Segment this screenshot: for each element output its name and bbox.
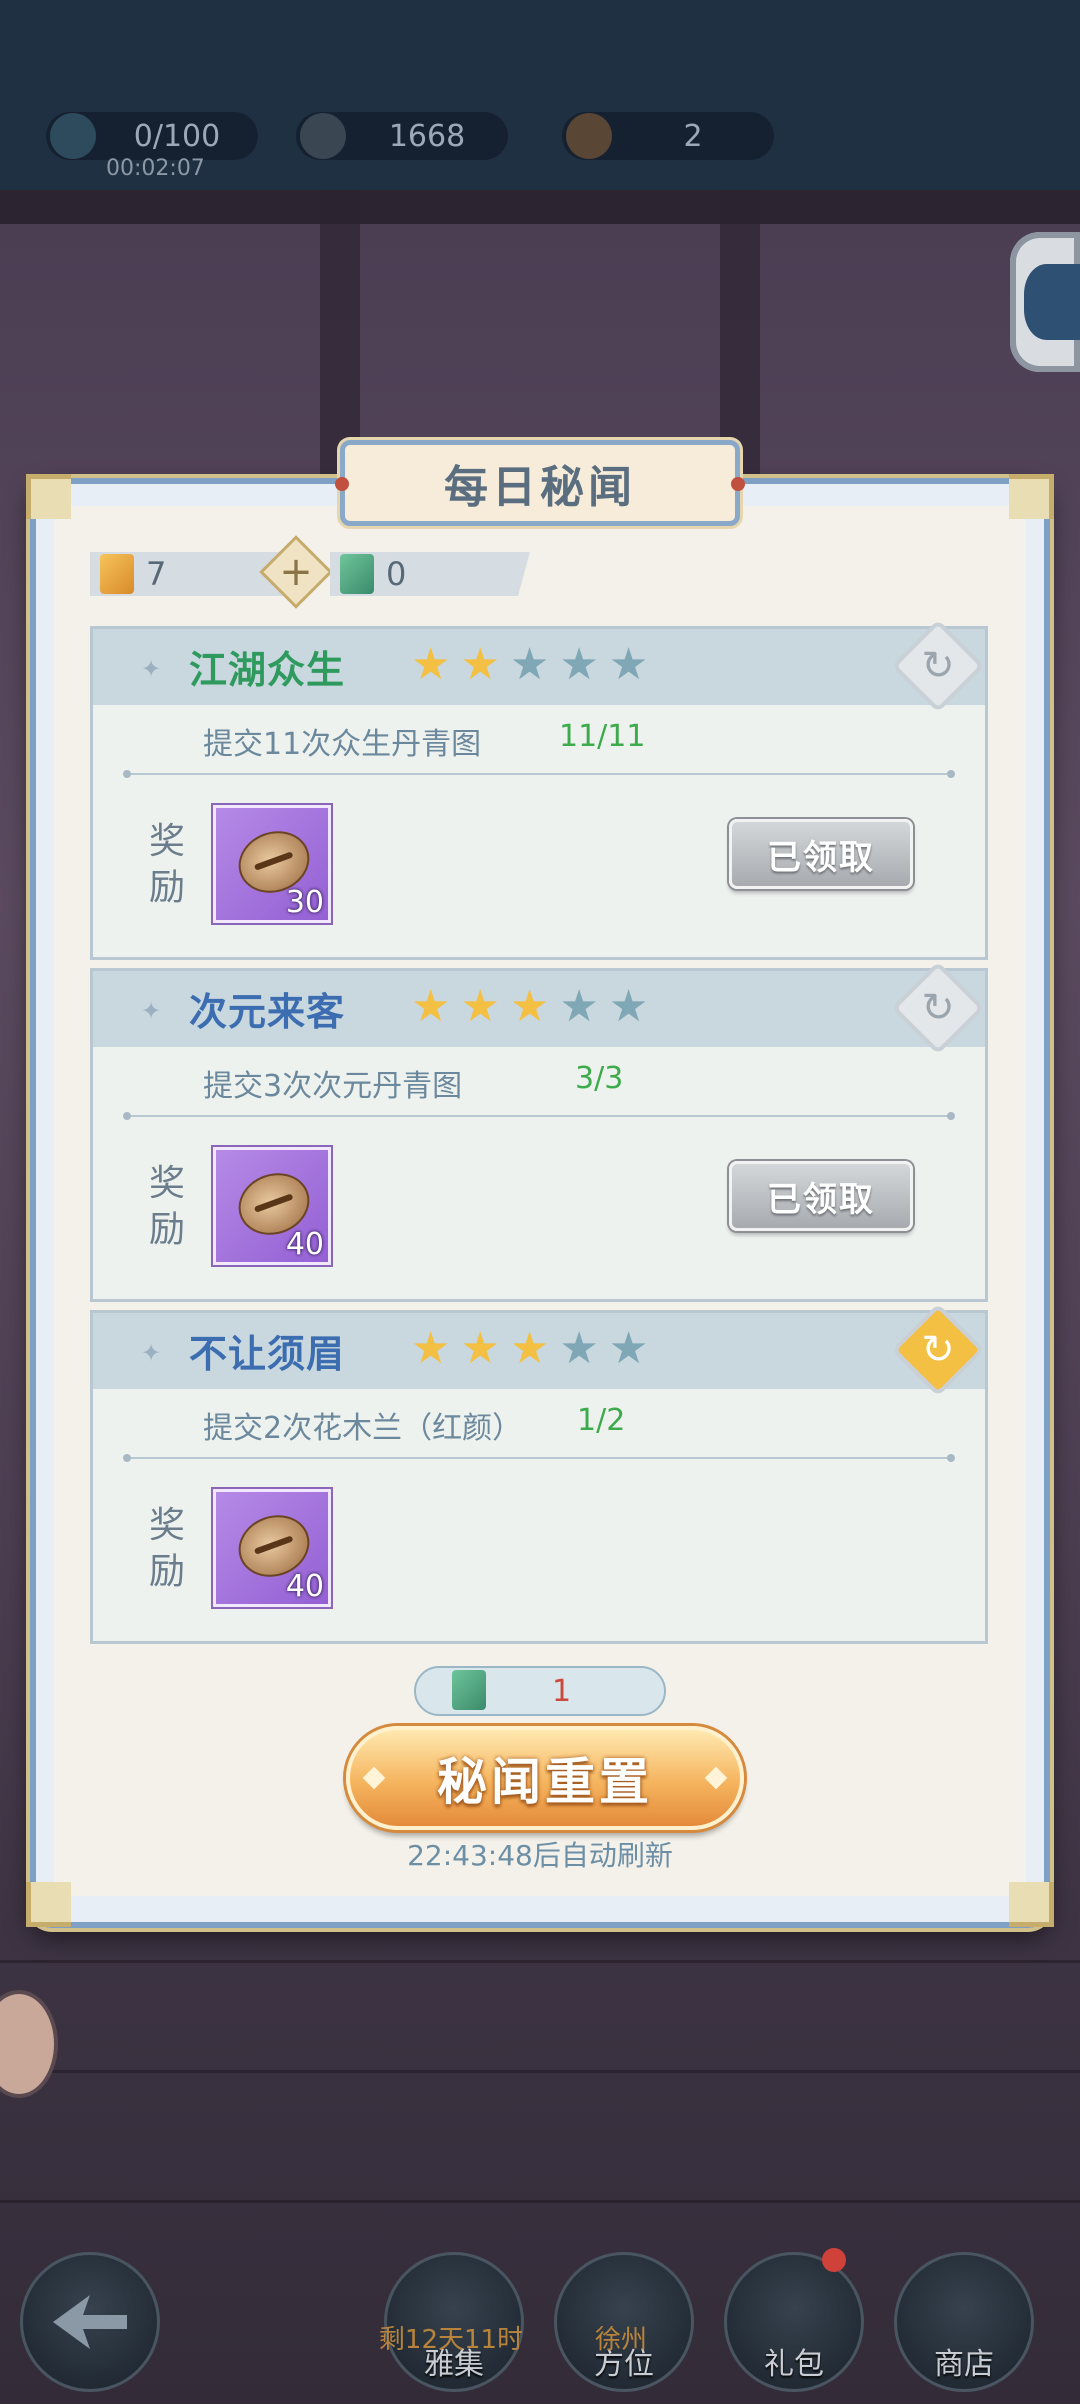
task-name: 江湖众生 [189,648,346,692]
task-progress: 11/11 [559,719,646,754]
divider [123,770,955,778]
nav-label: 商店 [934,2347,994,2382]
task-description: 提交2次花木兰（红颜） [203,1411,523,1446]
floor-line [0,2200,1080,2203]
star-empty-icon: ★ [509,639,550,690]
task-card: ✦ 次元来客 ★ ★ ★ ★ ★ ↻ 提交3次次元丹青图 3/3 奖励 40 已领取 [90,961,988,1302]
character-portrait-icon [1024,264,1080,340]
reward-count: 40 [285,1227,324,1262]
panel-corner-ornament [26,1882,71,1927]
task-description: 提交11次众生丹青图 [203,727,482,762]
task-description: 提交3次次元丹青图 [203,1069,463,1104]
floor-line [0,1960,1080,1963]
nav-gallery-countdown: 剩12天11时 [378,2325,524,2355]
task-card: ✦ 江湖众生 ★ ★ ★ ★ ★ ↻ 提交11次众生丹青图 11/11 奖励 30 已领取 [90,619,988,960]
back-arrow-icon [53,2295,127,2349]
resource-coin[interactable]: 1668 [296,112,508,160]
star-filled-icon: ★ [411,639,451,690]
nav-label: 礼包 [764,2347,824,2382]
reward-label: 奖励 [149,821,186,908]
claimed-button[interactable]: 已领取 [729,1161,913,1231]
resource-timer: 00:02:07 [106,156,205,181]
jade-ticket-icon [340,554,374,594]
star-filled-icon: ★ [509,1323,550,1374]
difficulty-stars: ★ ★ ★ ★ ★ [411,639,648,691]
spirit-icon [50,113,96,159]
sparkle-icon: ✦ [141,1339,162,1367]
task-name: 次元来客 [189,990,346,1034]
resource-value: 1668 [388,118,466,154]
reward-item[interactable]: 30 [213,805,331,923]
currency-scroll: 7 [90,552,290,596]
sparkle-icon: ✦ [141,655,162,683]
reward-item[interactable]: 40 [213,1489,331,1607]
panel-corner-ornament [1009,1882,1054,1927]
star-empty-icon: ★ [559,639,599,690]
reward-count: 40 [285,1569,324,1604]
task-progress: 1/2 [577,1403,626,1438]
star-empty-icon: ★ [608,639,649,690]
task-progress: 3/3 [575,1061,624,1096]
reward-item[interactable]: 40 [213,1147,331,1265]
panel-title: 每日秘闻 [335,440,745,526]
character-side-button[interactable] [1010,232,1080,372]
reward-label: 奖励 [149,1505,186,1592]
resource-spirit[interactable]: 0/100 [46,112,258,160]
plus-icon: + [279,549,313,595]
star-filled-icon: ★ [411,981,451,1032]
coin-icon [300,113,346,159]
nav-location-city: 徐州 [594,2325,647,2355]
resource-value: 2 [683,118,703,154]
currency-value: 7 [146,555,167,593]
bottom-nav: 雅集 剩12天11时 方位 徐州 礼包 商店 [0,2244,1080,2404]
floor-line [0,2070,1080,2073]
reset-button[interactable]: 秘闻重置 [346,1726,744,1830]
star-filled-icon: ★ [411,1323,451,1374]
resource-shell[interactable]: 2 [562,112,774,160]
divider [123,1112,955,1120]
refresh-icon: ↻ [921,643,955,689]
star-filled-icon: ★ [460,1323,500,1374]
nav-gift[interactable]: 礼包 [724,2252,864,2392]
star-empty-icon: ★ [608,1323,649,1374]
currency-value: 0 [386,555,407,593]
nav-back-button[interactable] [20,2252,160,2392]
reward-count: 30 [285,885,324,920]
reward-label: 奖励 [149,1163,186,1250]
scene-beam [0,190,1080,224]
reset-cost: 1 [414,1666,666,1716]
notification-badge [822,2248,846,2272]
star-empty-icon: ★ [559,981,599,1032]
star-filled-icon: ★ [509,981,550,1032]
currency-jade: 0 [330,552,530,596]
star-empty-icon: ★ [559,1323,599,1374]
reset-cost-value: 1 [552,1674,572,1709]
scroll-ticket-icon [100,554,134,594]
shell-icon [566,113,612,159]
resource-value: 0/100 [133,118,221,154]
panel-corner-ornament [26,474,71,519]
claimed-button[interactable]: 已领取 [729,819,913,889]
refresh-icon: ↻ [921,985,955,1031]
divider [123,1454,955,1462]
difficulty-stars: ★ ★ ★ ★ ★ [411,981,648,1033]
difficulty-stars: ★ ★ ★ ★ ★ [411,1323,648,1375]
panel-corner-ornament [1009,474,1054,519]
star-filled-icon: ★ [460,639,500,690]
auto-refresh-note: 22:43:48后自动刷新 [407,1839,673,1872]
task-card: ✦ 不让须眉 ★ ★ ★ ★ ★ ↻ 提交2次花木兰（红颜） 1/2 奖励 40 [90,1303,988,1644]
nav-shop[interactable]: 商店 [894,2252,1034,2392]
star-filled-icon: ★ [460,981,500,1032]
star-empty-icon: ★ [608,981,649,1032]
jade-ticket-icon [452,1670,486,1710]
task-name: 不让须眉 [189,1332,346,1376]
refresh-icon: ↻ [921,1327,955,1373]
sparkle-icon: ✦ [141,997,162,1025]
